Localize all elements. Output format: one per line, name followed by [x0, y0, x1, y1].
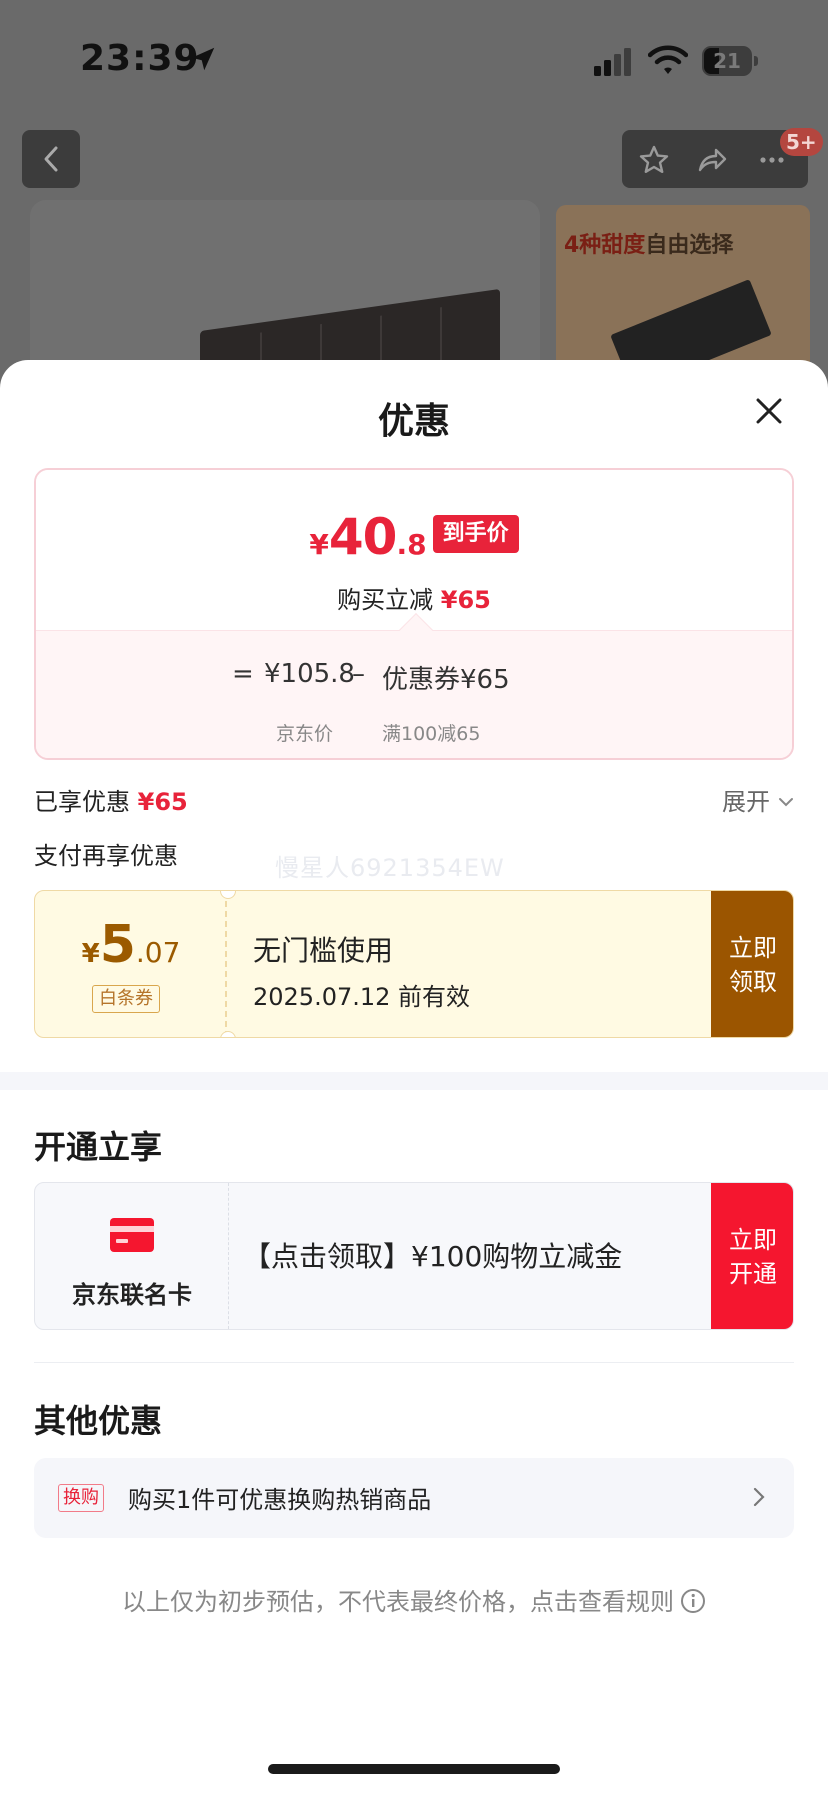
- saving-summary: 购买立减 ¥65: [337, 586, 491, 614]
- home-indicator: [268, 1764, 560, 1774]
- enjoyed-discount-row: 已享优惠 ¥65 展开: [34, 780, 794, 816]
- coupon-validity: 2025.07.12 前有效: [253, 983, 471, 1011]
- price-disclaimer[interactable]: 以上仅为初步预估，不代表最终价格，点击查看规则: [0, 1582, 828, 1617]
- final-price: ¥40.8 到手价: [36, 508, 792, 566]
- close-icon[interactable]: [748, 390, 790, 432]
- open-section-title: 开通立享: [34, 1128, 163, 1166]
- coupon-type-tag: 白条券: [92, 985, 160, 1013]
- chevron-left-icon: [44, 146, 58, 172]
- price-breakdown-card: ¥40.8 到手价 购买立减 ¥65 = ¥105.8 – 优惠券¥65 京东价 …: [34, 468, 794, 760]
- chevron-right-icon: [753, 1487, 765, 1507]
- expand-button[interactable]: 展开: [722, 782, 794, 817]
- watermark: 慢星人6921354EW: [275, 854, 505, 882]
- formula-equals: =: [232, 659, 254, 689]
- enjoyed-label: 已享优惠: [34, 788, 130, 816]
- pay-more-discount-label: 支付再享优惠: [34, 842, 178, 870]
- jd-price: ¥105.8: [264, 659, 355, 689]
- card-offer-description: 【点击领取】¥100购物立减金: [243, 1240, 623, 1273]
- enjoyed-amount: ¥65: [137, 788, 188, 816]
- sheet-title: 优惠: [377, 401, 450, 442]
- location-arrow-icon: [191, 47, 215, 71]
- divider: [34, 1362, 794, 1363]
- message-count-badge: 5+: [780, 128, 823, 156]
- section-gap: [0, 1072, 828, 1090]
- jd-price-label: 京东价: [276, 723, 334, 745]
- thumbnail-caption: 4种甜度自由选择: [564, 233, 734, 258]
- share-icon[interactable]: [696, 144, 728, 176]
- favorite-star-icon[interactable]: [638, 144, 670, 176]
- status-bar: 23:39 21: [0, 0, 828, 110]
- swap-tag: 换购: [58, 1484, 104, 1512]
- final-price-tag: 到手价: [432, 515, 519, 553]
- battery-level-text: 21: [713, 49, 741, 73]
- coupon-description: 无门槛使用: [253, 934, 394, 967]
- info-icon[interactable]: [680, 1588, 706, 1614]
- discount-sheet: 优惠 ¥40.8 到手价 购买立减 ¥65 = ¥105.8 – 优惠券¥65 京…: [0, 360, 828, 1796]
- swap-offer-row[interactable]: 换购 购买1件可优惠换购热销商品: [34, 1458, 794, 1538]
- coupon-deduction: 优惠券¥65: [382, 665, 510, 695]
- coupon-rule: 满100减65: [382, 723, 481, 745]
- saving-amount: ¥65: [440, 586, 491, 614]
- baitiao-coupon: ¥5.07 白条券 无门槛使用 2025.07.12 前有效 立即领取: [34, 890, 794, 1038]
- formula-minus: –: [352, 659, 365, 689]
- back-button[interactable]: [22, 130, 80, 188]
- cobrand-card-offer[interactable]: 京东联名卡 【点击领取】¥100购物立减金 立即开通: [34, 1182, 794, 1330]
- claim-coupon-button[interactable]: 立即领取: [711, 891, 793, 1037]
- cellular-signal-icon: [594, 48, 631, 76]
- open-card-button[interactable]: 立即开通: [711, 1183, 793, 1329]
- credit-card-icon: [110, 1218, 154, 1252]
- battery-icon: 21: [702, 46, 758, 76]
- swap-offer-text: 购买1件可优惠换购热销商品: [128, 1486, 432, 1514]
- status-time: 23:39: [80, 38, 200, 79]
- price-formula: = ¥105.8 – 优惠券¥65 京东价 满100减65: [36, 630, 792, 758]
- chevron-down-icon: [779, 798, 793, 807]
- other-section-title: 其他优惠: [34, 1402, 163, 1440]
- coupon-amount: ¥5.07: [81, 915, 181, 975]
- wifi-icon: [648, 45, 688, 74]
- card-name: 京东联名卡: [72, 1281, 192, 1309]
